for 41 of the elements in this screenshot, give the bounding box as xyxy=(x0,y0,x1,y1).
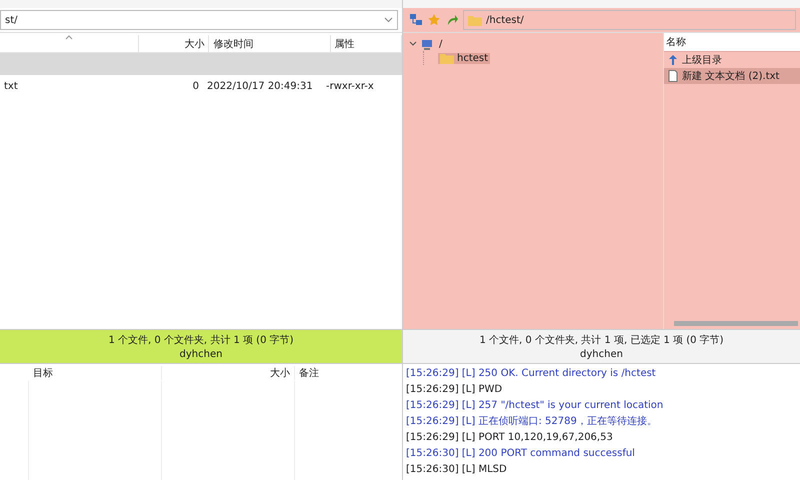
column-header[interactable]: 大小 xyxy=(184,36,204,50)
sort-caret-icon xyxy=(65,35,74,40)
column-header[interactable]: 目标 xyxy=(33,368,53,378)
log-line: [15:26:29] [L] 250 OK. Current directory is /hctest xyxy=(406,367,657,381)
network-icon[interactable] xyxy=(409,13,423,27)
up-arrow-icon xyxy=(668,54,678,66)
file-date: 2022/10/17 20:49:31 xyxy=(207,80,313,92)
log-line: [15:26:30] [L] 200 PORT command successful xyxy=(406,447,636,461)
folder-icon xyxy=(440,52,454,64)
computer-icon xyxy=(421,38,433,50)
file-row[interactable]: 上级目录 xyxy=(664,52,800,68)
path-field[interactable]: /hctest/ xyxy=(463,10,796,30)
file-row[interactable]: txt 0 2022/10/17 20:49:31 -rwxr-xr-x xyxy=(0,75,402,97)
path-field[interactable]: st/ xyxy=(0,10,398,30)
user-name: dyhchen xyxy=(580,349,623,360)
status-text: 1 个文件, 0 个文件夹, 共计 1 项, 已选定 1 项 (0 字节) xyxy=(479,334,724,347)
log-line: [15:26:29] [L] 257 "/hctest" is your current location xyxy=(406,399,664,413)
expand-caret-icon[interactable] xyxy=(409,41,417,47)
column-header[interactable]: 名称 xyxy=(666,37,686,48)
dropdown-caret-icon xyxy=(384,17,393,23)
status-text: 1 个文件, 0 个文件夹, 共计 1 项 (0 字节) xyxy=(108,334,294,347)
user-name: dyhchen xyxy=(180,349,222,360)
tree-item[interactable]: hctest xyxy=(438,52,490,64)
log-line: [15:26:29] [L] PORT 10,120,19,67,206,53 xyxy=(406,431,614,445)
document-icon xyxy=(668,70,678,82)
file-permissions: -rwxr-xr-x xyxy=(326,80,374,92)
scrollbar[interactable] xyxy=(674,321,798,326)
file-name: txt xyxy=(4,80,18,92)
column-header[interactable]: 备注 xyxy=(299,368,319,378)
column-header[interactable]: 修改时间 xyxy=(213,36,254,50)
folder-icon xyxy=(468,14,482,26)
tree-item[interactable]: / xyxy=(437,38,444,50)
file-size: 0 xyxy=(192,80,199,92)
log-line: [15:26:29] [L] 正在侦听端口: 52789，正在等待连接。 xyxy=(406,414,658,429)
column-header[interactable]: 大小 xyxy=(270,368,290,378)
file-row[interactable]: 新建 文本文档 (2).txt xyxy=(664,68,800,84)
log-line: [15:26:29] [L] PWD xyxy=(406,383,504,397)
star-icon[interactable] xyxy=(427,13,441,27)
log-line: [15:26:30] [L] MLSD xyxy=(406,463,508,477)
column-header[interactable]: 属性 xyxy=(334,36,355,50)
curved-arrow-icon[interactable] xyxy=(445,13,459,27)
